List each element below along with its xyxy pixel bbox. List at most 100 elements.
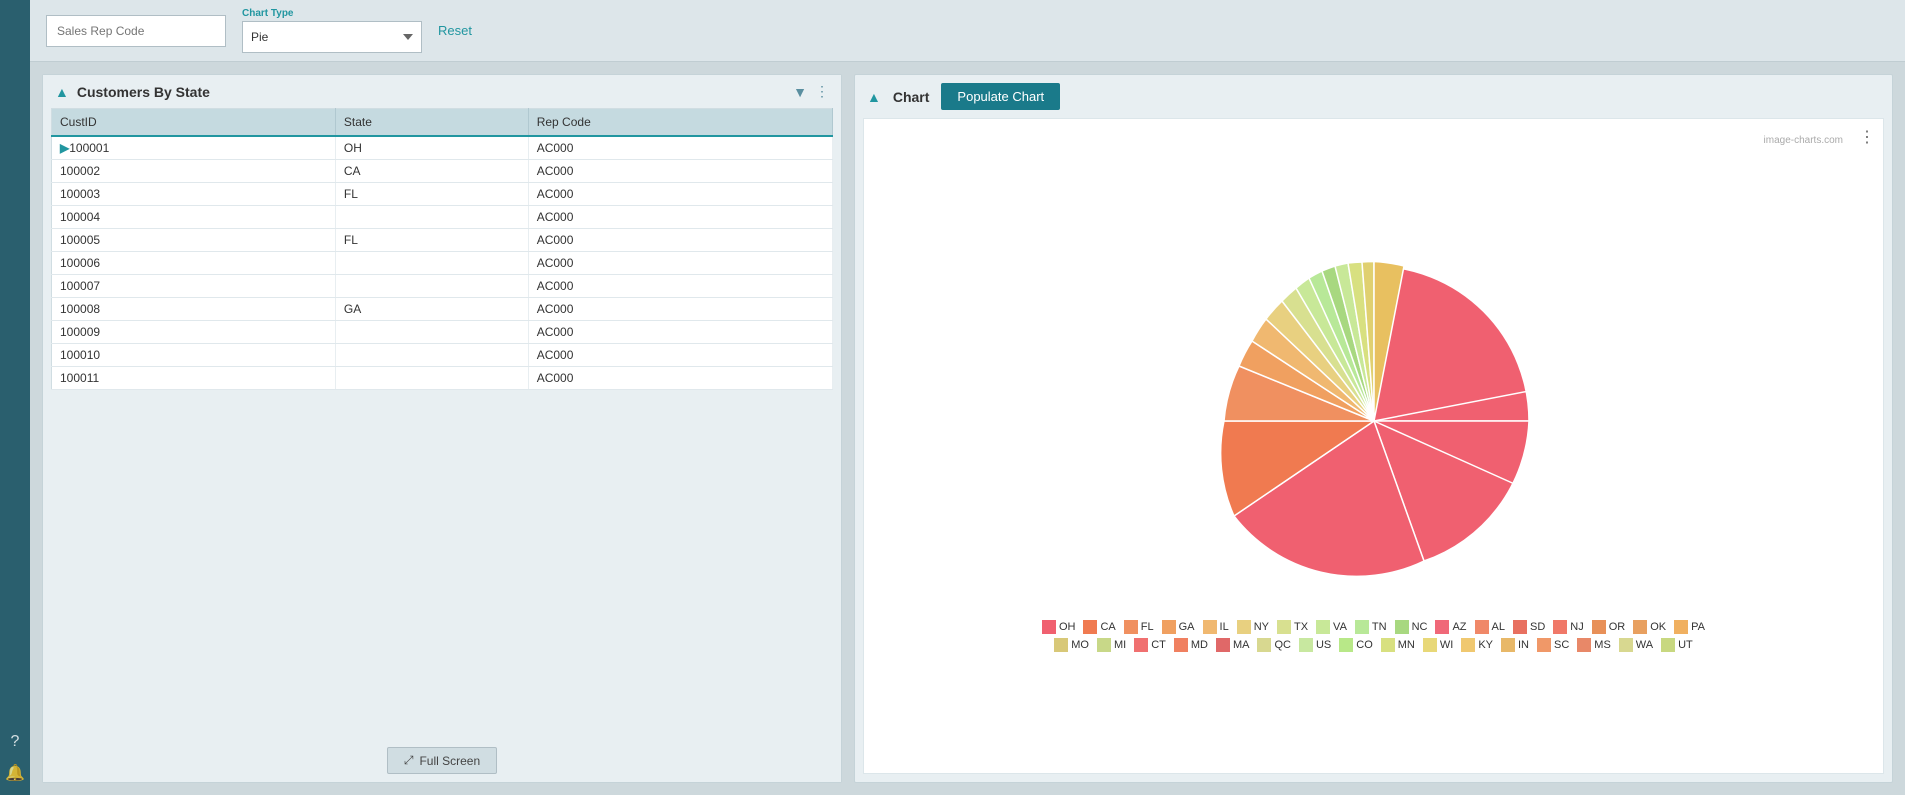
cell-state: [335, 344, 528, 367]
legend-label: NJ: [1570, 621, 1583, 633]
legend-color-box: [1277, 620, 1291, 634]
legend-item: IL: [1203, 620, 1229, 634]
customers-table: CustID State Rep Code ▶100001OHAC0001000…: [51, 108, 833, 390]
left-sidebar: ? 🔔: [0, 0, 30, 795]
legend-item: QC: [1257, 638, 1291, 652]
cell-custid: 100011: [52, 367, 336, 390]
chart-options-icon[interactable]: ⋮: [1859, 127, 1875, 147]
legend-label: TN: [1372, 621, 1387, 633]
legend-label: IL: [1220, 621, 1229, 633]
legend-color-box: [1216, 638, 1230, 652]
toolbar: Chart Type Pie Bar Line Column Reset: [30, 0, 1905, 62]
legend-item: PA: [1674, 620, 1705, 634]
legend-item: SD: [1513, 620, 1545, 634]
col-state: State: [335, 109, 528, 137]
table-row[interactable]: 100010AC000: [52, 344, 833, 367]
legend-label: OR: [1609, 621, 1626, 633]
help-icon[interactable]: ?: [11, 733, 20, 751]
legend-color-box: [1461, 638, 1475, 652]
legend-label: MS: [1594, 639, 1611, 651]
legend-label: MI: [1114, 639, 1126, 651]
fullscreen-button[interactable]: ⤢ Full Screen: [387, 747, 497, 774]
legend-item: OR: [1592, 620, 1626, 634]
legend-label: MN: [1398, 639, 1415, 651]
legend-color-box: [1316, 620, 1330, 634]
legend-label: PA: [1691, 621, 1705, 633]
chart-type-label: Chart Type: [242, 8, 422, 19]
filter-icon[interactable]: ▼: [793, 84, 807, 100]
table-row[interactable]: 100002CAAC000: [52, 160, 833, 183]
legend-item: WA: [1619, 638, 1653, 652]
cell-state: FL: [335, 183, 528, 206]
cell-repcode: AC000: [528, 160, 832, 183]
legend-label: CA: [1100, 621, 1115, 633]
legend-color-box: [1475, 620, 1489, 634]
legend-color-box: [1083, 620, 1097, 634]
cell-custid: 100003: [52, 183, 336, 206]
legend-item: MS: [1577, 638, 1611, 652]
reset-button[interactable]: Reset: [438, 23, 472, 38]
legend-label: AZ: [1452, 621, 1466, 633]
legend-item: CO: [1339, 638, 1373, 652]
legend-color-box: [1395, 620, 1409, 634]
legend-item: TX: [1277, 620, 1308, 634]
table-row[interactable]: 100005FLAC000: [52, 229, 833, 252]
legend-label: AL: [1492, 621, 1505, 633]
pie-chart: [1144, 236, 1604, 616]
cell-custid: 100008: [52, 298, 336, 321]
legend-item: MN: [1381, 638, 1415, 652]
legend-item: KY: [1461, 638, 1493, 652]
table-row[interactable]: 100009AC000: [52, 321, 833, 344]
legend-label: NY: [1254, 621, 1269, 633]
chart-collapse-icon[interactable]: ▲: [867, 89, 881, 105]
legend-item: CA: [1083, 620, 1115, 634]
cell-repcode: AC000: [528, 367, 832, 390]
cell-custid: 100009: [52, 321, 336, 344]
legend-color-box: [1124, 620, 1138, 634]
legend-color-box: [1339, 638, 1353, 652]
legend-color-box: [1661, 638, 1675, 652]
cell-custid: 100005: [52, 229, 336, 252]
cell-repcode: AC000: [528, 298, 832, 321]
sales-rep-input[interactable]: [46, 15, 226, 47]
col-repcode: Rep Code: [528, 109, 832, 137]
legend-label: IN: [1518, 639, 1529, 651]
cell-state: CA: [335, 160, 528, 183]
notification-icon[interactable]: 🔔: [5, 763, 25, 783]
table-row[interactable]: 100003FLAC000: [52, 183, 833, 206]
chart-type-select[interactable]: Pie Bar Line Column: [242, 21, 422, 53]
legend-item: SC: [1537, 638, 1569, 652]
table-row[interactable]: 100008GAAC000: [52, 298, 833, 321]
legend-item: MO: [1054, 638, 1089, 652]
cell-state: [335, 321, 528, 344]
legend-item: OK: [1633, 620, 1666, 634]
table-row[interactable]: 100006AC000: [52, 252, 833, 275]
cell-custid: 100007: [52, 275, 336, 298]
legend-color-box: [1435, 620, 1449, 634]
legend-label: UT: [1678, 639, 1693, 651]
legend-color-box: [1674, 620, 1688, 634]
legend-item: US: [1299, 638, 1331, 652]
cell-state: [335, 206, 528, 229]
col-custid: CustID: [52, 109, 336, 137]
legend-color-box: [1513, 620, 1527, 634]
legend-color-box: [1134, 638, 1148, 652]
populate-chart-button[interactable]: Populate Chart: [941, 83, 1060, 110]
legend-color-box: [1097, 638, 1111, 652]
legend-color-box: [1537, 638, 1551, 652]
legend-label: US: [1316, 639, 1331, 651]
table-row[interactable]: 100004AC000: [52, 206, 833, 229]
legend-label: MD: [1191, 639, 1208, 651]
cell-custid: 100010: [52, 344, 336, 367]
fullscreen-icon: ⤢: [404, 753, 414, 768]
legend-label: OK: [1650, 621, 1666, 633]
table-header-row: CustID State Rep Code: [52, 109, 833, 137]
customers-table-container: CustID State Rep Code ▶100001OHAC0001000…: [51, 108, 833, 739]
legend-label: FL: [1141, 621, 1154, 633]
legend-area: OHCAFLGAILNYTXVATNNCAZALSDNJOROKPAMOMICT…: [1024, 616, 1724, 656]
table-row[interactable]: ▶100001OHAC000: [52, 136, 833, 160]
collapse-icon[interactable]: ▲: [55, 84, 69, 100]
more-options-icon[interactable]: ⋮: [815, 83, 829, 100]
table-row[interactable]: 100007AC000: [52, 275, 833, 298]
table-row[interactable]: 100011 AC000: [52, 367, 833, 390]
